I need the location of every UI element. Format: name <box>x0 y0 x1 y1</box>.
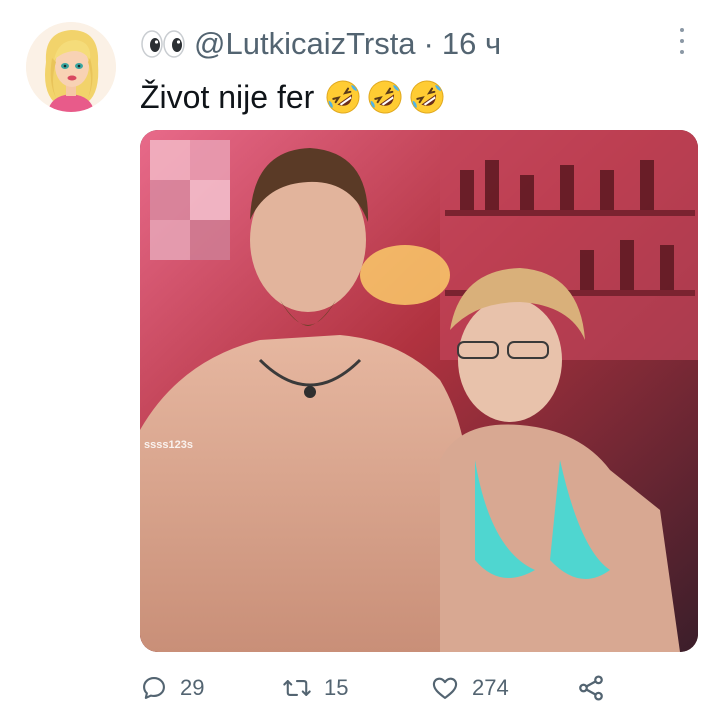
share-button[interactable] <box>576 668 606 708</box>
retweet-count: 15 <box>324 675 349 700</box>
rolling-on-floor-laughing-icon <box>368 80 402 114</box>
like-button[interactable]: 274 <box>430 668 509 708</box>
more-dot <box>680 28 684 32</box>
tweet-header: @LutkicaizTrsta · 16 ч <box>140 24 501 64</box>
more-dot <box>680 50 684 54</box>
tweet-time[interactable]: 16 ч <box>442 24 501 64</box>
rolling-on-floor-laughing-icon <box>326 80 360 114</box>
header-separator: · <box>423 26 434 61</box>
retweet-icon <box>283 680 311 696</box>
avatar[interactable] <box>26 22 116 112</box>
tweet-actions: 29 15 274 <box>140 668 620 708</box>
more-dot <box>680 39 684 43</box>
avatar-illustration <box>26 22 116 112</box>
reply-icon <box>143 677 165 699</box>
more-vertical-icon[interactable] <box>670 26 694 56</box>
retweet-button[interactable]: 15 <box>282 668 348 708</box>
heart-icon <box>432 677 458 699</box>
tweet-text: Život nije fer <box>140 79 315 115</box>
share-icon <box>579 675 603 701</box>
like-count: 274 <box>472 675 509 700</box>
photo-watermark: ssss123s <box>144 439 193 451</box>
reply-count: 29 <box>180 675 205 700</box>
rolling-on-floor-laughing-icon <box>410 80 444 114</box>
author-handle[interactable]: @LutkicaizTrsta <box>194 24 416 64</box>
emoji-group <box>324 78 446 116</box>
tweet-media-photo[interactable]: ssss123s <box>140 130 698 652</box>
tweet-text-row: Život nije fer <box>140 76 446 118</box>
photo-illustration: ssss123s <box>140 130 698 652</box>
eyes-icon <box>140 28 186 60</box>
reply-button[interactable]: 29 <box>140 668 204 708</box>
